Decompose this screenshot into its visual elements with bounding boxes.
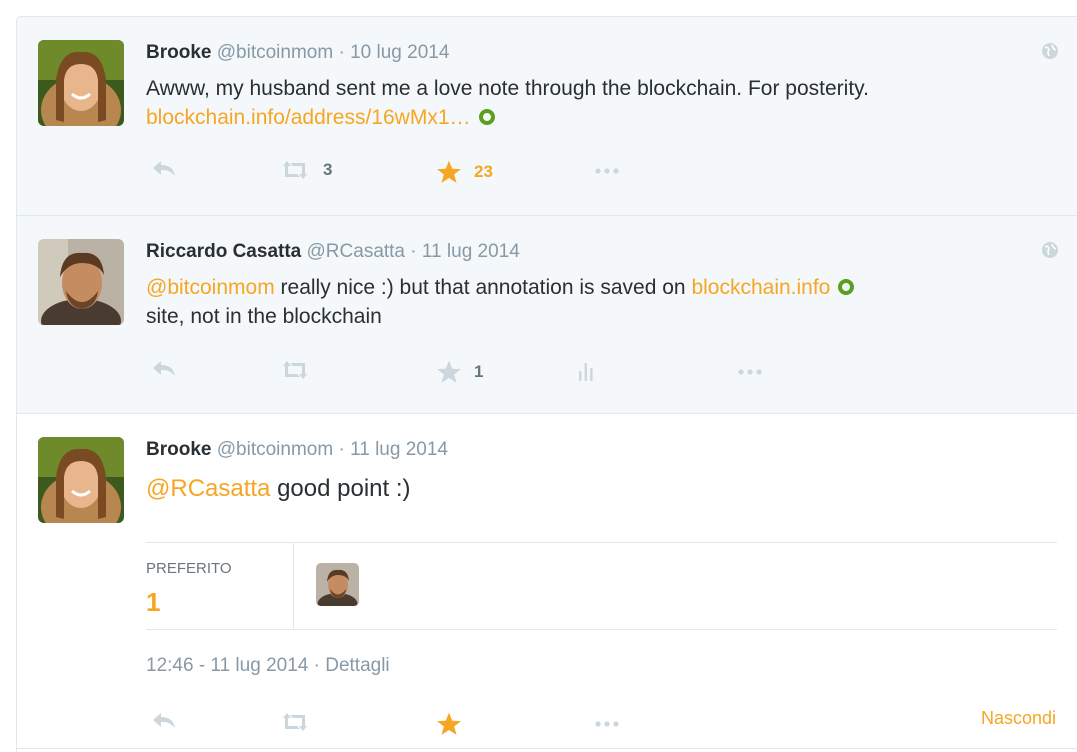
tweet-text: @bitcoinmom really nice :) but that anno… <box>146 273 1056 331</box>
tweet-body-end: site, not in the blockchain <box>146 305 382 328</box>
user-name[interactable]: Riccardo Casatta <box>146 241 301 262</box>
analytics-button[interactable] <box>579 361 593 381</box>
favorites-count[interactable]: 1 <box>146 587 160 618</box>
reply-button[interactable] <box>151 159 177 179</box>
user-name[interactable]: Brooke <box>146 439 211 460</box>
avatar[interactable] <box>38 437 124 523</box>
retweet-icon <box>283 161 307 179</box>
tweet-text: @RCasatta good point :) <box>146 472 1056 506</box>
tweet-1[interactable]: Brooke @bitcoinmom · 10 lug 2014 Awww, m… <box>17 17 1077 216</box>
tweet-stats: PREFERITO 1 <box>146 542 1057 630</box>
tweet-actions: 3 23 <box>146 159 1066 189</box>
retweet-button[interactable]: 3 <box>279 159 332 181</box>
tweet-3-expanded[interactable]: Brooke @bitcoinmom · 11 lug 2014 @RCasat… <box>17 414 1077 749</box>
tweet-date[interactable]: · 10 lug 2014 <box>338 42 449 63</box>
user-name[interactable]: Brooke <box>146 42 211 63</box>
favorite-count: 1 <box>474 362 484 381</box>
tweet-actions <box>146 711 1066 741</box>
reply-button[interactable] <box>151 359 177 379</box>
link-preview-icon <box>478 109 495 125</box>
tweet-date[interactable]: · 11 lug 2014 <box>338 439 448 460</box>
stats-divider <box>293 543 294 629</box>
tweet-link[interactable]: blockchain.info <box>691 276 830 299</box>
tweet-actions: 1 <box>146 359 1066 389</box>
retweet-icon <box>283 361 307 379</box>
link-preview-icon <box>838 279 855 295</box>
tweet-header: Brooke @bitcoinmom · 11 lug 2014 <box>146 438 448 462</box>
tweet-text: Awww, my husband sent me a love note thr… <box>146 74 1056 132</box>
tweet-2[interactable]: Riccardo Casatta @RCasatta · 11 lug 2014… <box>17 216 1077 414</box>
avatar[interactable] <box>38 239 124 325</box>
tweet-header: Brooke @bitcoinmom · 10 lug 2014 <box>146 41 449 65</box>
favorite-button[interactable]: 1 <box>436 359 483 385</box>
reply-icon <box>153 713 175 728</box>
tweet-body: Awww, my husband sent me a love note thr… <box>146 77 869 100</box>
star-icon <box>437 160 461 183</box>
globe-icon <box>1041 241 1059 264</box>
more-button[interactable] <box>737 368 763 376</box>
more-icon <box>738 369 762 375</box>
details-link[interactable]: · Dettagli <box>314 655 390 676</box>
favorites-label: PREFERITO <box>146 560 232 577</box>
retweet-button[interactable] <box>279 711 311 733</box>
favoriter-avatar[interactable] <box>316 563 359 606</box>
tweet-header: Riccardo Casatta @RCasatta · 11 lug 2014 <box>146 240 520 264</box>
user-handle[interactable]: @RCasatta <box>307 241 406 262</box>
tweet-link[interactable]: blockchain.info/address/16wMx1… <box>146 106 471 129</box>
avatar[interactable] <box>38 40 124 126</box>
tweet-timestamp: 12:46 - 11 lug 2014 · Dettagli <box>146 655 390 677</box>
timeline: Brooke @bitcoinmom · 10 lug 2014 Awww, m… <box>16 16 1077 752</box>
more-icon <box>595 721 619 727</box>
hide-button[interactable]: Nascondi <box>981 708 1056 729</box>
reply-icon <box>153 361 175 376</box>
favorite-button[interactable] <box>436 711 462 737</box>
user-handle[interactable]: @bitcoinmom <box>217 439 333 460</box>
globe-icon <box>1041 42 1059 65</box>
tweet-date[interactable]: · 11 lug 2014 <box>410 241 520 262</box>
retweet-icon <box>283 713 307 731</box>
star-icon <box>437 360 461 383</box>
reply-icon <box>153 161 175 176</box>
retweet-count: 3 <box>323 160 333 179</box>
reply-button[interactable] <box>151 711 177 731</box>
star-icon <box>437 712 461 735</box>
user-handle[interactable]: @bitcoinmom <box>217 42 333 63</box>
tweet-body: good point :) <box>270 475 411 502</box>
mention-link[interactable]: @bitcoinmom <box>146 276 275 299</box>
more-icon <box>595 168 619 174</box>
more-button[interactable] <box>594 720 620 728</box>
favorite-count: 23 <box>474 162 493 181</box>
favorite-button[interactable]: 23 <box>436 159 493 185</box>
mention-link[interactable]: @RCasatta <box>146 475 270 502</box>
tweet-body: really nice :) but that annotation is sa… <box>274 276 692 299</box>
analytics-icon <box>579 363 593 381</box>
timestamp: 12:46 - 11 lug 2014 <box>146 655 309 676</box>
retweet-button[interactable] <box>279 359 311 381</box>
more-button[interactable] <box>594 167 620 175</box>
